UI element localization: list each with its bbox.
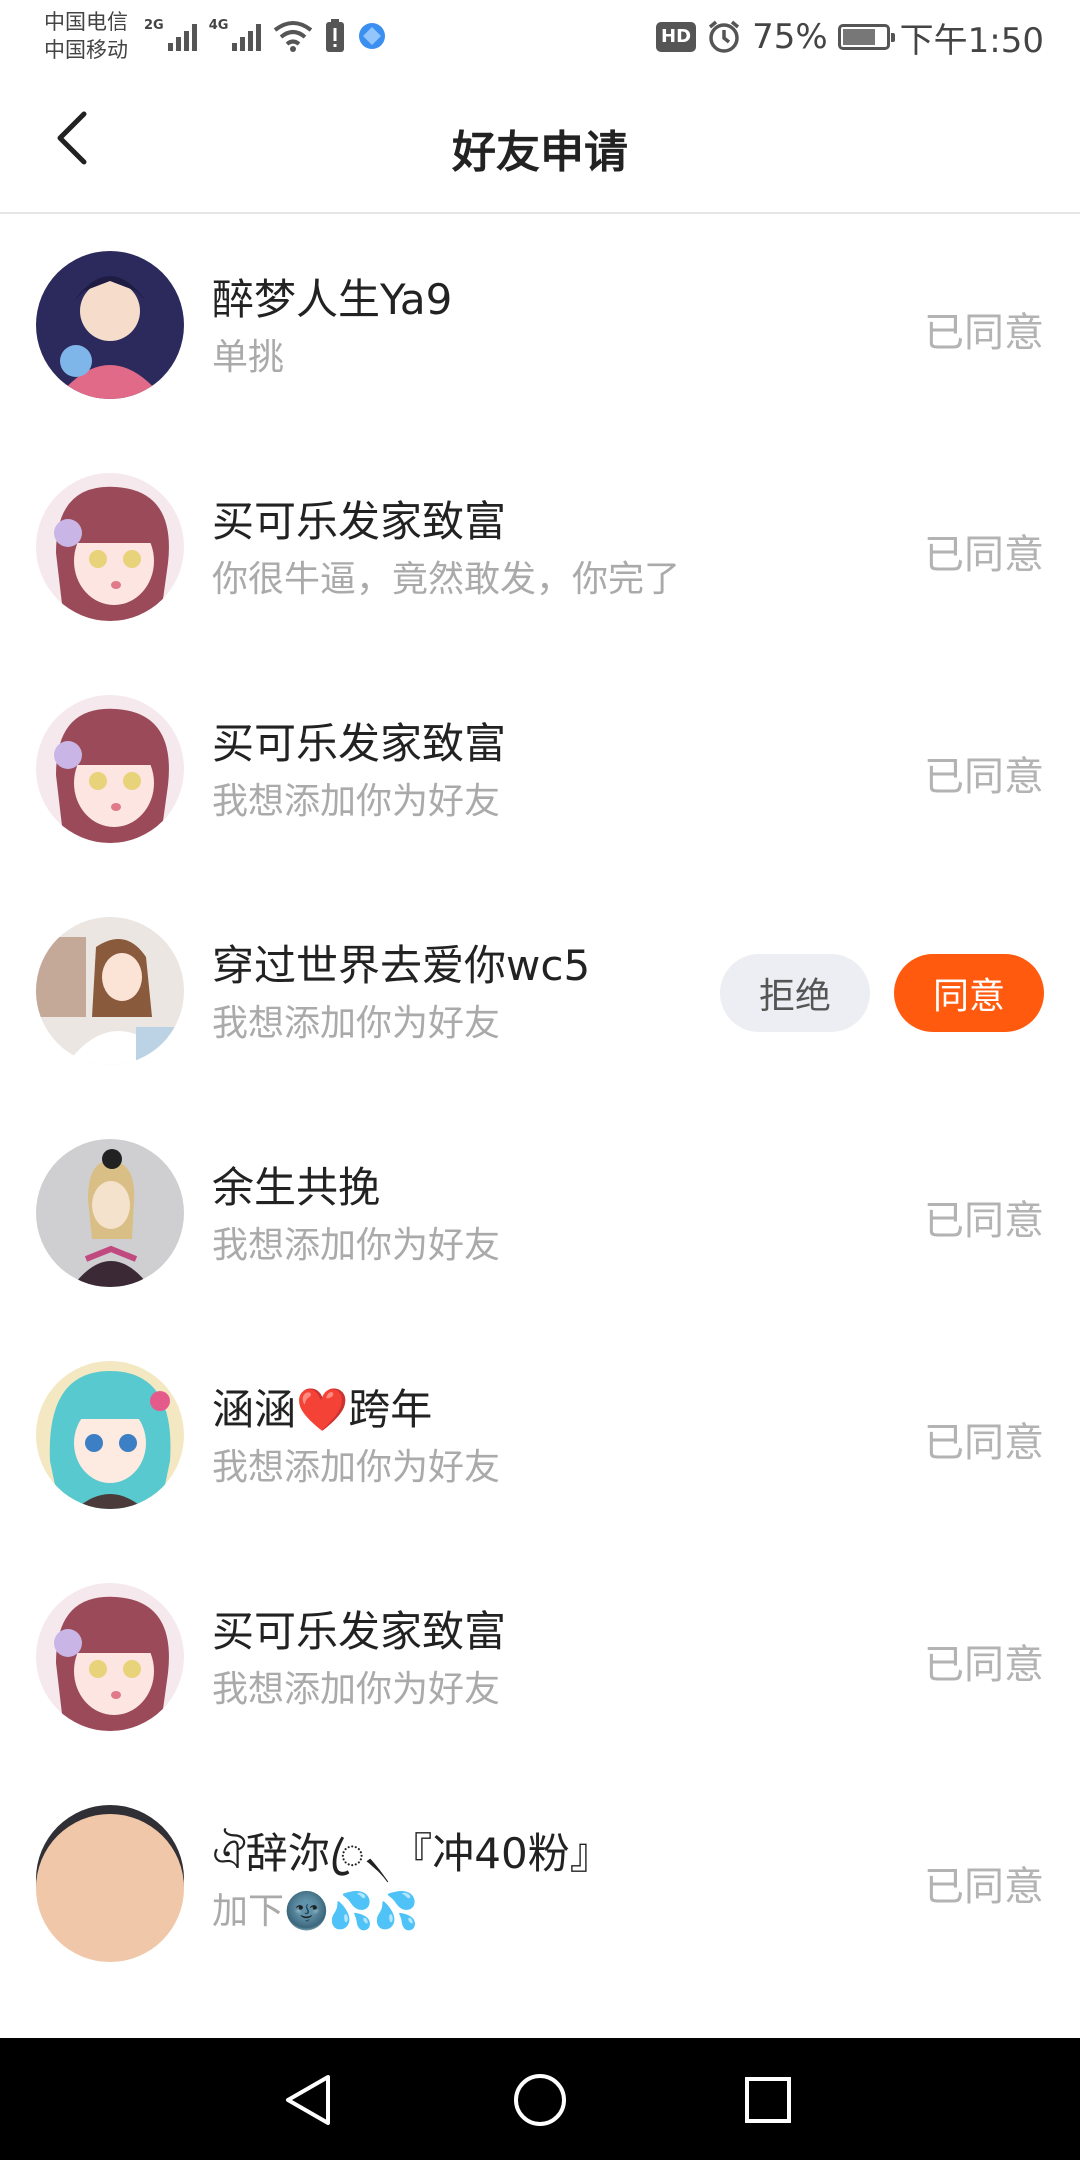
page-title: 好友申请 bbox=[452, 127, 628, 178]
signal-group: 2G 4G bbox=[144, 14, 387, 58]
reject-button[interactable]: 拒绝 bbox=[720, 954, 870, 1032]
wifi-icon bbox=[274, 21, 313, 52]
request-message: 我想添加你为好友 bbox=[212, 781, 501, 822]
alarm-icon bbox=[708, 20, 740, 53]
accepted-status: 已同意 bbox=[924, 1198, 1044, 1244]
avatar[interactable] bbox=[36, 695, 184, 843]
avatar[interactable] bbox=[36, 1583, 184, 1731]
clock: 下午1:50 bbox=[899, 20, 1044, 61]
request-message: 我想添加你为好友 bbox=[212, 1669, 501, 1710]
request-name: 醉梦人生Ya9 bbox=[212, 275, 453, 324]
request-row[interactable]: 买可乐发家致富 我想添加你为好友 已同意 bbox=[0, 658, 1080, 880]
request-row[interactable]: 涵涵❤️跨年 我想添加你为好友 已同意 bbox=[0, 1324, 1080, 1546]
status-bar: 中国电信 中国移动 2G 4G HD 75% 下午1:50 bbox=[0, 0, 1080, 72]
header: 好友申请 bbox=[0, 72, 1080, 214]
carriers: 中国电信 中国移动 bbox=[44, 8, 128, 64]
nav-back-button[interactable] bbox=[272, 2064, 344, 2136]
system-nav-bar bbox=[0, 2038, 1080, 2160]
signal-icon bbox=[167, 21, 197, 51]
request-row[interactable]: 买可乐发家致富 你很牛逼，竟然敢发，你完了 已同意 bbox=[0, 436, 1080, 658]
request-name: 涵涵❤️跨年 bbox=[212, 1385, 433, 1434]
signal-icon-2 bbox=[232, 21, 262, 51]
accepted-status: 已同意 bbox=[924, 754, 1044, 800]
net-badge-2: 4G bbox=[208, 18, 229, 33]
avatar[interactable] bbox=[36, 251, 184, 399]
avatar[interactable] bbox=[36, 1139, 184, 1287]
battery-icon bbox=[837, 24, 895, 50]
battery-percent: 75% bbox=[752, 17, 828, 57]
browser-icon bbox=[359, 23, 386, 49]
accepted-status: 已同意 bbox=[924, 532, 1044, 578]
request-message: 加下🌚💦💦 bbox=[212, 1891, 419, 1932]
friend-request-list[interactable]: 醉梦人生Ya9 单挑 已同意 买可乐发家致富 你很牛逼，竟然敢发，你完了 已同意… bbox=[0, 214, 1080, 2038]
request-message: 你很牛逼，竟然敢发，你完了 bbox=[212, 559, 681, 600]
accepted-status: 已同意 bbox=[924, 1864, 1044, 1910]
triangle-back-icon bbox=[286, 2075, 330, 2125]
request-message: 我想添加你为好友 bbox=[212, 1003, 501, 1044]
avatar-partial[interactable] bbox=[36, 1814, 184, 1962]
square-recents-icon bbox=[745, 2077, 791, 2123]
request-row[interactable]: 余生共挽 我想添加你为好友 已同意 bbox=[0, 1102, 1080, 1324]
request-name: 买可乐发家致富 bbox=[212, 497, 507, 546]
carrier-2: 中国移动 bbox=[44, 38, 128, 62]
request-message: 我想添加你为好友 bbox=[212, 1447, 501, 1488]
net-badge-1: 2G bbox=[144, 18, 164, 33]
request-name: 买可乐发家致富 bbox=[212, 1607, 507, 1656]
accepted-status: 已同意 bbox=[924, 1642, 1044, 1688]
avatar[interactable] bbox=[36, 1361, 184, 1509]
avatar[interactable] bbox=[36, 917, 184, 1065]
screen: 中国电信 中国移动 2G 4G HD 75% 下午1:50 好友申请 醉梦人生Y… bbox=[0, 0, 1080, 2160]
request-name: 买可乐发家致富 bbox=[212, 719, 507, 768]
alert-icon bbox=[326, 19, 345, 52]
request-name: 余生共挽 bbox=[212, 1163, 381, 1212]
circle-home-icon bbox=[514, 2074, 566, 2126]
request-message: 我想添加你为好友 bbox=[212, 1225, 501, 1266]
request-row[interactable]: 穿过世界去爱你wc5 我想添加你为好友 拒绝 同意 bbox=[0, 880, 1080, 1102]
avatar[interactable] bbox=[36, 473, 184, 621]
accepted-status: 已同意 bbox=[924, 1420, 1044, 1466]
request-row[interactable]: 买可乐发家致富 我想添加你为好友 已同意 bbox=[0, 1546, 1080, 1768]
nav-home-button[interactable] bbox=[504, 2064, 576, 2136]
request-row[interactable]: 醉梦人生Ya9 单挑 已同意 bbox=[0, 214, 1080, 436]
accepted-status: 已同意 bbox=[924, 310, 1044, 356]
nav-recents-button[interactable] bbox=[732, 2064, 804, 2136]
request-message: 单挑 bbox=[212, 337, 285, 378]
request-name: 穿过世界去爱你wc5 bbox=[212, 941, 591, 990]
status-right: HD 75% 下午1:50 bbox=[656, 12, 1044, 62]
hd-badge: HD bbox=[656, 22, 697, 52]
carrier-1: 中国电信 bbox=[44, 10, 128, 34]
accept-button[interactable]: 同意 bbox=[894, 954, 1044, 1032]
battery-fill bbox=[842, 29, 875, 45]
